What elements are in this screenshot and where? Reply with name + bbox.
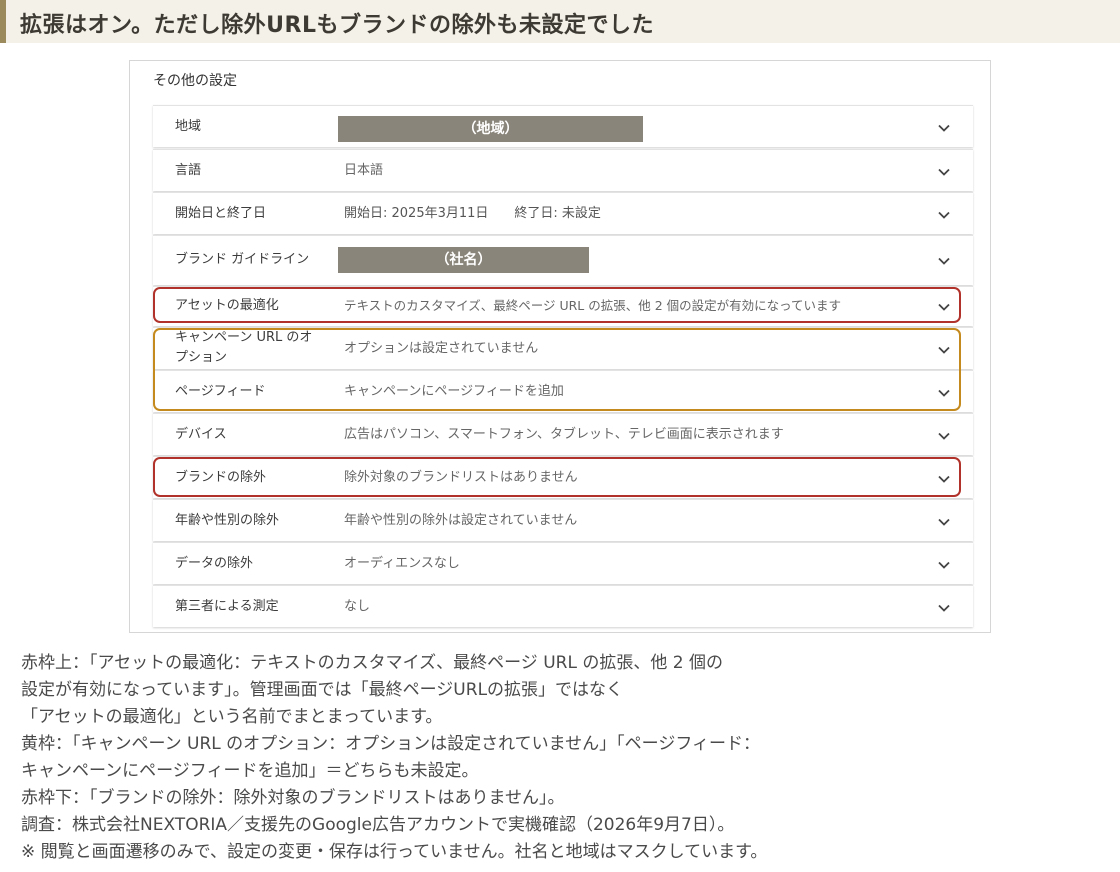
caption-line: 設定が有効になっています」。管理画面では「最終ページURLの拡張」ではなく — [21, 680, 624, 700]
chevron-down-icon[interactable] — [937, 601, 951, 615]
setting-value: テキストのカスタマイズ、最終ページ URL の拡張、他 2 個の設定が有効になっ… — [344, 298, 842, 313]
setting-label: 第三者による測定 — [175, 599, 279, 614]
panel-title: その他の設定 — [153, 73, 237, 89]
caption-line: 赤枠下：「ブランドの除外：除外対象のブランドリストはありません」。 — [21, 788, 565, 808]
setting-value: 除外対象のブランドリストはありません — [344, 470, 578, 485]
setting-row-third-party-measurement[interactable]: 第三者による測定 なし — [153, 585, 973, 627]
caption-line: キャンペーンにページフィードを追加」＝どちらも未設定。 — [21, 761, 479, 781]
chevron-down-icon[interactable] — [937, 558, 951, 572]
setting-value: 開始日: 2025年3月11日 終了日: 未設定 — [344, 206, 601, 221]
setting-value: キャンペーンにページフィードを追加 — [344, 384, 564, 399]
chevron-down-icon[interactable] — [937, 121, 951, 135]
setting-label: キャンペーン URL のオプション — [175, 330, 313, 365]
caption-line: 「アセットの最適化」という名前でまとまっています。 — [21, 707, 443, 727]
caption-line: 赤枠上：「アセットの最適化：テキストのカスタマイズ、最終ページ URL の拡張、… — [21, 653, 723, 673]
chevron-down-icon[interactable] — [937, 343, 951, 357]
setting-value: 年齢や性別の除外は設定されていません — [344, 513, 578, 528]
chevron-down-icon[interactable] — [937, 254, 951, 268]
caption-line: 黄枠：「キャンペーン URL のオプション：オプションは設定されていません」「ペ… — [21, 734, 760, 754]
setting-row-schedule[interactable]: 開始日と終了日 開始日: 2025年3月11日 終了日: 未設定 — [153, 192, 973, 234]
chevron-down-icon[interactable] — [937, 386, 951, 400]
caption-line: ※ 閲覧と画面遷移のみで、設定の変更・保存は行っていません。社名と地域はマスクし… — [21, 842, 768, 862]
chevron-down-icon[interactable] — [937, 515, 951, 529]
section-heading-bar: 拡張はオン。ただし除外URLもブランドの除外も未設定でした — [0, 0, 1120, 43]
setting-row-page-feed[interactable]: ページフィード キャンペーンにページフィードを追加 — [153, 370, 973, 412]
setting-row-demographic-exclusions[interactable]: 年齢や性別の除外 年齢や性別の除外は設定されていません — [153, 499, 973, 541]
caption-line: 調査：株式会社NEXTORIA／支援先のGoogle広告アカウントで実機確認（2… — [21, 815, 735, 835]
setting-row-asset-optimization[interactable]: アセットの最適化 テキストのカスタマイズ、最終ページ URL の拡張、他 2 個… — [153, 286, 973, 326]
setting-value: オプションは設定されていません — [344, 341, 539, 356]
chevron-down-icon[interactable] — [937, 165, 951, 179]
setting-label: ブランドの除外 — [175, 470, 267, 485]
chevron-down-icon[interactable] — [937, 300, 951, 314]
chevron-down-icon[interactable] — [937, 429, 951, 443]
setting-label: デバイス — [175, 427, 227, 442]
setting-row-data-exclusions[interactable]: データの除外 オーディエンスなし — [153, 542, 973, 584]
chevron-down-icon[interactable] — [937, 472, 951, 486]
chevron-down-icon[interactable] — [937, 208, 951, 222]
region-mask: （地域） — [338, 116, 643, 142]
settings-screenshot: その他の設定 地域 （地域） 言語 日本語 開始日と終了日 開始日: 2025年… — [129, 60, 991, 633]
setting-value: オーディエンスなし — [344, 556, 460, 571]
setting-label: 地域 — [175, 119, 202, 134]
section-heading: 拡張はオン。ただし除外URLもブランドの除外も未設定でした — [20, 13, 655, 38]
setting-row-brand-exclusions[interactable]: ブランドの除外 除外対象のブランドリストはありません — [153, 456, 973, 498]
setting-label: ブランド ガイドライン — [175, 252, 310, 267]
setting-row-brand-guidelines[interactable]: ブランド ガイドライン （社名） — [153, 235, 973, 285]
setting-label: 言語 — [175, 163, 202, 178]
setting-row-language[interactable]: 言語 日本語 — [153, 149, 973, 191]
setting-label: ページフィード — [175, 384, 266, 399]
caption-notes: 赤枠上：「アセットの最適化：テキストのカスタマイズ、最終ページ URL の拡張、… — [21, 650, 1101, 866]
setting-value: 広告はパソコン、スマートフォン、タブレット、テレビ画面に表示されます — [344, 427, 784, 442]
setting-row-region[interactable]: 地域 （地域） — [153, 105, 973, 147]
setting-label: 年齢や性別の除外 — [175, 513, 280, 528]
setting-label: アセットの最適化 — [175, 298, 279, 313]
company-mask: （社名） — [338, 247, 589, 273]
setting-value: 日本語 — [344, 163, 384, 178]
setting-row-campaign-url-options[interactable]: キャンペーン URL のオプション オプションは設定されていません — [153, 327, 973, 369]
setting-row-devices[interactable]: デバイス 広告はパソコン、スマートフォン、タブレット、テレビ画面に表示されます — [153, 413, 973, 455]
setting-value: なし — [344, 599, 371, 614]
setting-label: 開始日と終了日 — [175, 206, 267, 221]
setting-label: データの除外 — [175, 556, 254, 571]
